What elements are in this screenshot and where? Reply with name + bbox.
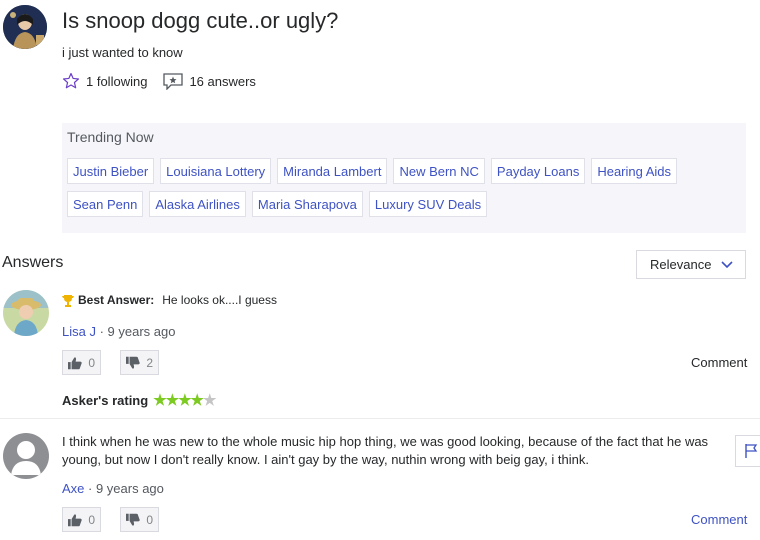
trending-chip[interactable]: Luxury SUV Deals xyxy=(368,191,488,217)
trending-chip[interactable]: Justin Bieber xyxy=(67,158,155,184)
answer-bubble-icon xyxy=(163,72,184,90)
trophy-icon xyxy=(62,294,74,307)
answers-link[interactable]: 16 answers xyxy=(163,72,256,90)
trending-chip[interactable]: New Bern NC xyxy=(393,158,485,184)
star-outline-icon xyxy=(62,72,80,89)
thumbs-up-icon xyxy=(68,356,82,369)
trending-chip[interactable]: Alaska Airlines xyxy=(149,191,246,217)
downvote-button[interactable]: 0 xyxy=(120,507,159,532)
downvote-button[interactable]: 2 xyxy=(120,350,159,375)
answer-divider xyxy=(0,418,760,419)
best-answer-label: Best Answer: xyxy=(78,293,155,307)
answer-avatar[interactable] xyxy=(3,433,49,479)
upvote-button[interactable]: 0 xyxy=(62,507,101,532)
trending-chip[interactable]: Miranda Lambert xyxy=(277,158,388,184)
author-link[interactable]: Lisa J xyxy=(62,324,96,339)
answer-author-line: Axe · 9 years ago xyxy=(62,481,164,496)
upvote-button[interactable]: 0 xyxy=(62,350,101,375)
trending-chip[interactable]: Sean Penn xyxy=(67,191,144,217)
answer-author-line: Lisa J · 9 years ago xyxy=(62,324,175,339)
answers-heading: Answers xyxy=(2,254,64,271)
trending-chip[interactable]: Maria Sharapova xyxy=(251,191,363,217)
flag-icon xyxy=(744,444,757,458)
question-details: i just wanted to know xyxy=(62,45,183,60)
answer-text: I think when he was new to the whole mus… xyxy=(62,434,709,467)
answer-time: · 9 years ago xyxy=(84,481,164,496)
upvote-count: 0 xyxy=(88,355,95,370)
trending-chip[interactable]: Payday Loans xyxy=(490,158,586,184)
rating-stars-filled: ★★★★ xyxy=(153,392,204,409)
trending-panel: Trending Now Justin Bieber Louisiana Lot… xyxy=(62,123,746,233)
downvote-count: 0 xyxy=(146,512,153,527)
comment-button[interactable]: Comment xyxy=(691,355,747,370)
answer-text: He looks ok....I guess xyxy=(162,293,277,307)
report-button[interactable] xyxy=(735,435,760,467)
question-title: Is snoop dogg cute..or ugly? xyxy=(62,8,339,33)
answers-count: 16 answers xyxy=(189,73,256,89)
trending-chip[interactable]: Hearing Aids xyxy=(591,158,678,184)
chevron-down-icon xyxy=(721,260,733,268)
sort-label: Relevance xyxy=(650,257,712,272)
following-count: 1 following xyxy=(86,73,148,89)
question-meta: 1 following 16 answers xyxy=(62,72,272,90)
trending-chips: Justin Bieber Louisiana Lottery Miranda … xyxy=(67,158,737,224)
follow-button[interactable]: 1 following xyxy=(62,72,147,90)
upvote-count: 0 xyxy=(88,512,95,527)
thumbs-down-icon xyxy=(126,513,140,526)
asker-avatar[interactable] xyxy=(3,5,47,49)
answer-avatar[interactable] xyxy=(3,290,49,336)
comment-button[interactable]: Comment xyxy=(691,512,747,527)
downvote-count: 2 xyxy=(146,355,153,370)
rating-stars: ★★★★★ xyxy=(153,391,216,409)
best-answer-row: Best Answer: He looks ok....I guess xyxy=(62,293,277,307)
trending-chip[interactable]: Louisiana Lottery xyxy=(160,158,272,184)
thumbs-down-icon xyxy=(126,356,140,369)
rating-label: Asker's rating xyxy=(62,392,149,408)
rating-stars-empty: ★ xyxy=(202,392,216,409)
author-link[interactable]: Axe xyxy=(62,481,84,496)
askers-rating: Asker's rating ★★★★★ xyxy=(62,391,216,409)
answer-time: · 9 years ago xyxy=(95,324,176,339)
sort-dropdown[interactable]: Relevance xyxy=(636,250,746,279)
thumbs-up-icon xyxy=(68,513,82,526)
trending-title: Trending Now xyxy=(67,129,154,145)
